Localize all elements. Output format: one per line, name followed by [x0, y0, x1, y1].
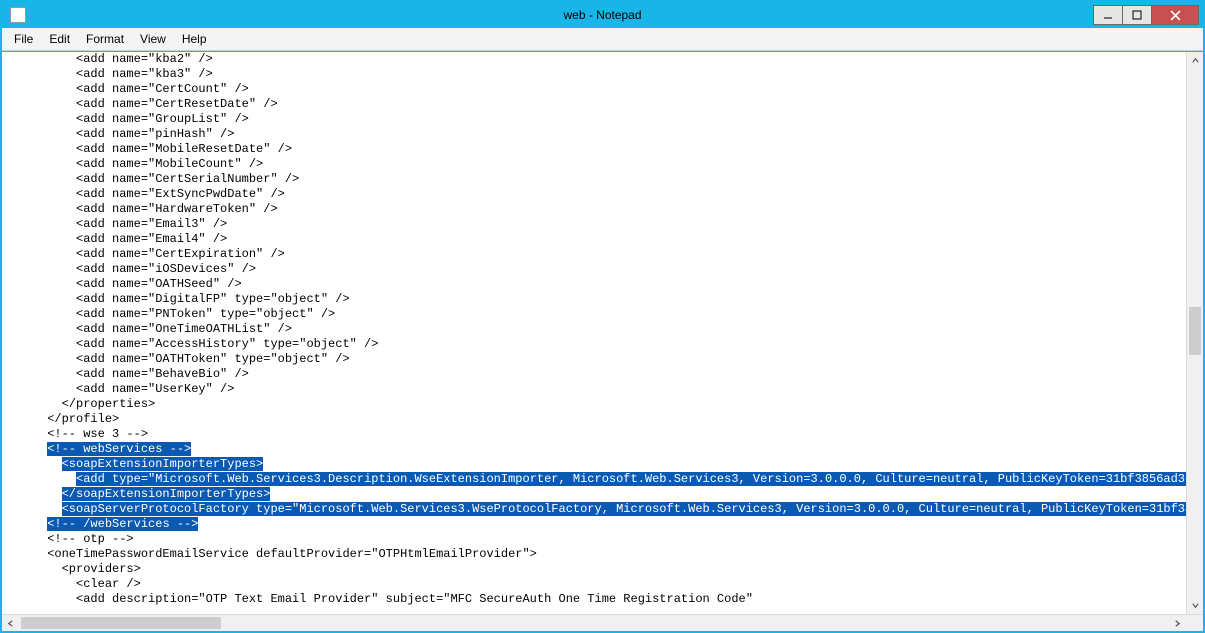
editor-line[interactable]: <add name="kba2" /> [4, 52, 1184, 67]
menu-edit[interactable]: Edit [41, 30, 78, 48]
scrollbar-corner [1186, 615, 1203, 631]
menu-bar: File Edit Format View Help [2, 28, 1203, 51]
menu-format[interactable]: Format [78, 30, 132, 48]
editor-line[interactable]: <add name="kba3" /> [4, 67, 1184, 82]
vertical-scrollbar[interactable] [1186, 52, 1203, 614]
editor-line[interactable]: <add name="PNToken" type="object" /> [4, 307, 1184, 322]
maximize-button[interactable] [1122, 5, 1152, 25]
editor-line[interactable]: <add name="Email3" /> [4, 217, 1184, 232]
menu-help[interactable]: Help [174, 30, 215, 48]
editor-line[interactable]: </profile> [4, 412, 1184, 427]
editor-line[interactable]: <oneTimePasswordEmailService defaultProv… [4, 547, 1184, 562]
minimize-button[interactable] [1093, 5, 1123, 25]
editor-line[interactable]: <add name="UserKey" /> [4, 382, 1184, 397]
editor-line[interactable]: <add name="AccessHistory" type="object" … [4, 337, 1184, 352]
editor-line[interactable]: <add name="ExtSyncPwdDate" /> [4, 187, 1184, 202]
editor-line[interactable]: <add name="BehaveBio" /> [4, 367, 1184, 382]
scroll-down-button[interactable] [1187, 597, 1203, 614]
content-wrapper: <add name="kba2" /> <add name="kba3" /> … [2, 51, 1203, 631]
horizontal-scroll-track[interactable] [19, 615, 1169, 631]
text-editor[interactable]: <add name="kba2" /> <add name="kba3" /> … [2, 52, 1186, 614]
editor-line[interactable]: <add name="CertExpiration" /> [4, 247, 1184, 262]
editor-line[interactable]: <add name="DigitalFP" type="object" /> [4, 292, 1184, 307]
horizontal-scroll-thumb[interactable] [21, 617, 221, 629]
horizontal-scrollbar[interactable] [2, 614, 1203, 631]
editor-line[interactable]: </properties> [4, 397, 1184, 412]
editor-line[interactable]: <add name="GroupList" /> [4, 112, 1184, 127]
editor-line[interactable]: <add name="MobileCount" /> [4, 157, 1184, 172]
scroll-up-button[interactable] [1187, 52, 1203, 69]
editor-line[interactable]: <add name="CertSerialNumber" /> [4, 172, 1184, 187]
editor-line[interactable]: <add name="MobileResetDate" /> [4, 142, 1184, 157]
editor-line[interactable]: <add name="iOSDevices" /> [4, 262, 1184, 277]
scroll-right-button[interactable] [1169, 615, 1186, 631]
editor-outer: <add name="kba2" /> <add name="kba3" /> … [2, 52, 1203, 614]
editor-line[interactable]: <soapServerProtocolFactory type="Microso… [4, 502, 1184, 517]
menu-view[interactable]: View [132, 30, 174, 48]
editor-line[interactable]: <add name="CertCount" /> [4, 82, 1184, 97]
app-icon [10, 7, 26, 23]
editor-line[interactable]: <soapExtensionImporterTypes> [4, 457, 1184, 472]
editor-line[interactable]: <clear /> [4, 577, 1184, 592]
editor-line[interactable]: <add type="Microsoft.Web.Services3.Descr… [4, 472, 1184, 487]
editor-line[interactable]: <add name="Email4" /> [4, 232, 1184, 247]
editor-line[interactable]: </soapExtensionImporterTypes> [4, 487, 1184, 502]
editor-line[interactable]: <!-- otp --> [4, 532, 1184, 547]
scroll-left-button[interactable] [2, 615, 19, 631]
editor-line[interactable]: <!-- /webServices --> [4, 517, 1184, 532]
editor-line[interactable]: <add name="HardwareToken" /> [4, 202, 1184, 217]
title-bar[interactable]: web - Notepad [2, 2, 1203, 28]
window-title: web - Notepad [563, 8, 641, 22]
vertical-scroll-thumb[interactable] [1189, 307, 1201, 355]
window-controls [1094, 5, 1199, 25]
editor-line[interactable]: <add name="OneTimeOATHList" /> [4, 322, 1184, 337]
close-button[interactable] [1151, 5, 1199, 25]
menu-file[interactable]: File [6, 30, 41, 48]
editor-line[interactable]: <!-- webServices --> [4, 442, 1184, 457]
editor-line[interactable]: <add name="OATHSeed" /> [4, 277, 1184, 292]
editor-line[interactable]: <add name="pinHash" /> [4, 127, 1184, 142]
editor-line[interactable]: <add name="CertResetDate" /> [4, 97, 1184, 112]
vertical-scroll-track[interactable] [1187, 69, 1203, 597]
editor-line[interactable]: <providers> [4, 562, 1184, 577]
editor-line[interactable]: <!-- wse 3 --> [4, 427, 1184, 442]
editor-line[interactable]: <add description="OTP Text Email Provide… [4, 592, 1184, 607]
editor-line[interactable]: <add name="OATHToken" type="object" /> [4, 352, 1184, 367]
